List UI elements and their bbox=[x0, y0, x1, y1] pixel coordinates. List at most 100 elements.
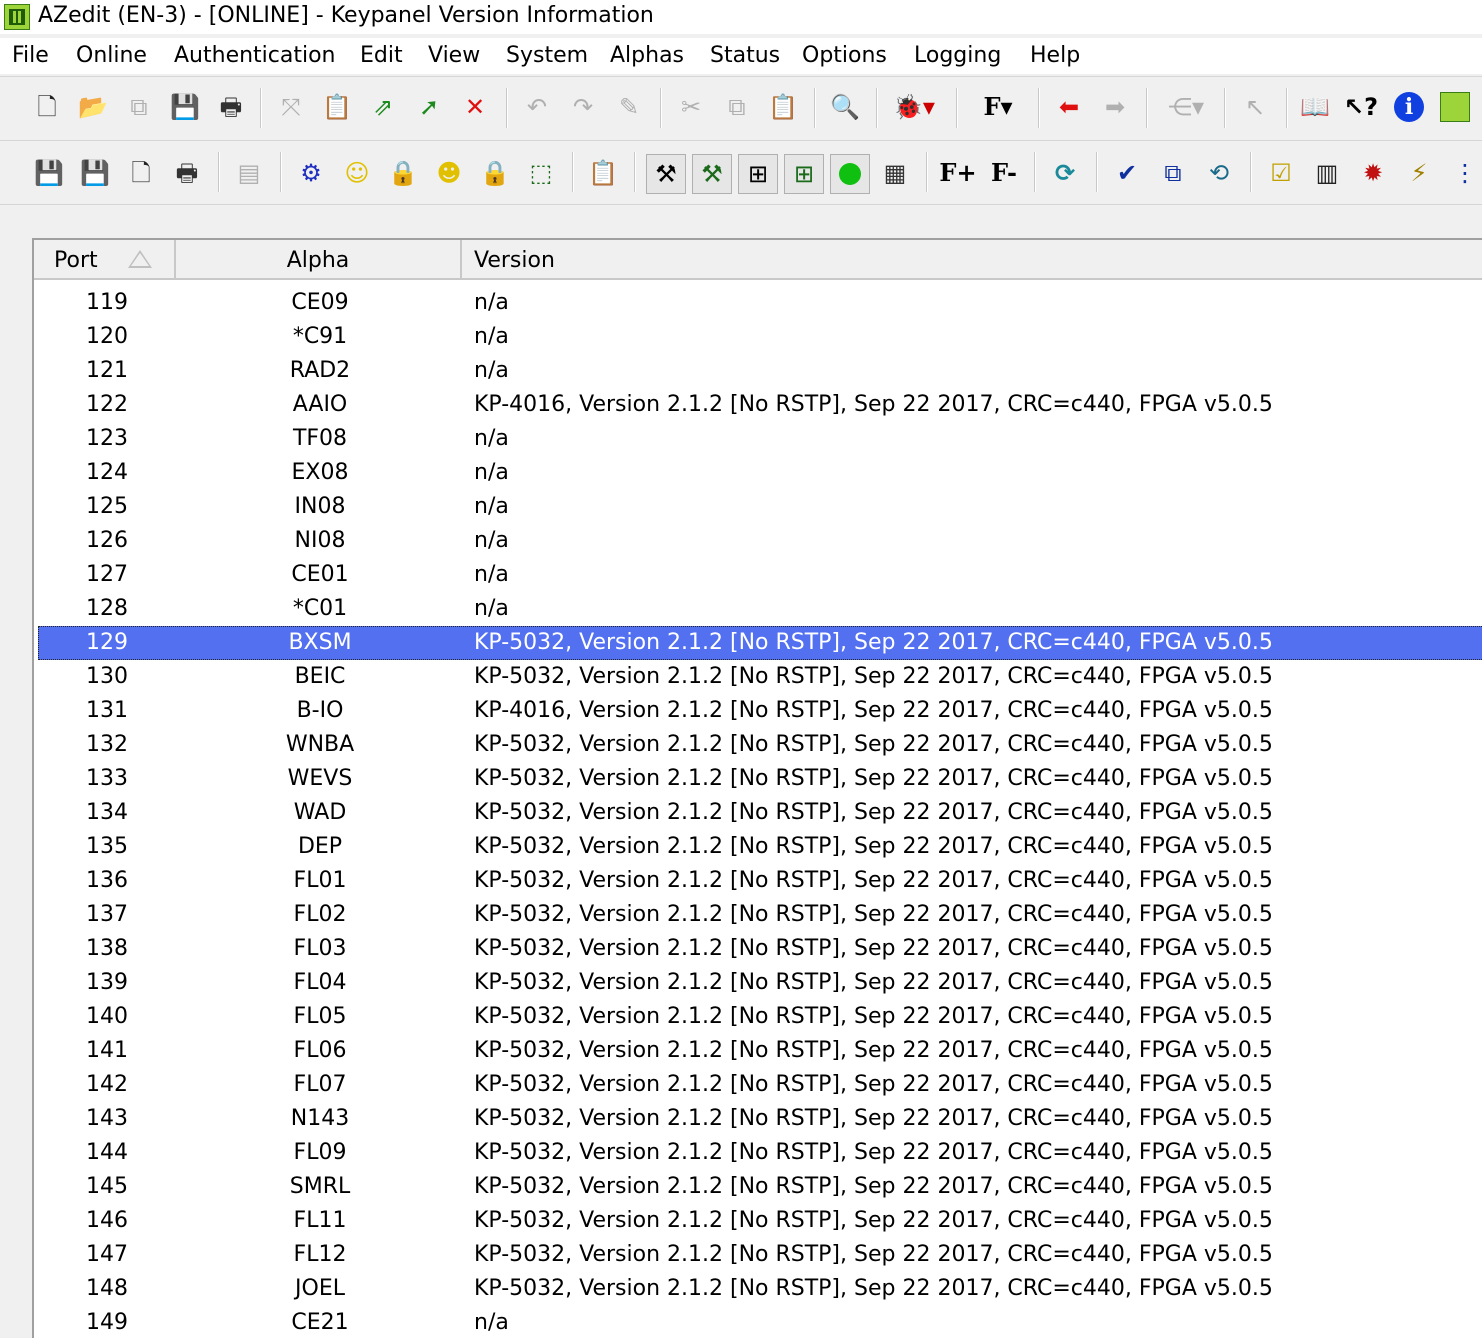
table-row[interactable]: 133 WEVS KP-5032, Version 2.1.2 [No RSTP],… bbox=[34, 762, 1482, 796]
connect-disabled-icon[interactable]: ⤧ bbox=[274, 90, 308, 124]
version-list[interactable]: Port Alpha Version 119 CE09 n/a 120 *C91 n/a 1… bbox=[32, 238, 1482, 1338]
chip-icon[interactable]: ✹ bbox=[1356, 156, 1390, 190]
table-row[interactable]: 129 BXSM KP-5032, Version 2.1.2 [No RSTP],… bbox=[38, 626, 1482, 660]
paste-disabled-icon[interactable]: 📋 bbox=[586, 156, 620, 190]
table-row[interactable]: 131 B-IO KP-4016, Version 2.1.2 [No RSTP],… bbox=[34, 694, 1482, 728]
save-icon[interactable]: 💾 bbox=[168, 90, 202, 124]
copy-disabled-icon[interactable]: ⧉ bbox=[122, 90, 156, 124]
tools-add-icon[interactable]: ⚒ bbox=[692, 154, 732, 194]
export-icon[interactable]: ⇗ bbox=[366, 90, 400, 124]
lock-disabled-icon[interactable]: 🔒 bbox=[386, 156, 420, 190]
column-header-version[interactable]: Version bbox=[462, 240, 1482, 278]
table-row[interactable]: 148 JOEL KP-5032, Version 2.1.2 [No RSTP],… bbox=[34, 1272, 1482, 1306]
menu-logging[interactable]: Logging bbox=[914, 38, 1001, 74]
table-row[interactable]: 142 FL07 KP-5032, Version 2.1.2 [No RSTP],… bbox=[34, 1068, 1482, 1102]
print-preview-icon[interactable]: 🗋 bbox=[124, 156, 158, 190]
paste-icon[interactable]: 📋 bbox=[766, 90, 800, 124]
column-header-port[interactable]: Port bbox=[34, 240, 176, 278]
font-plus-icon[interactable]: F+ bbox=[938, 156, 978, 190]
smiley-icon[interactable]: ☺ bbox=[340, 156, 374, 190]
tools-icon[interactable]: ⚒ bbox=[646, 154, 686, 194]
app-icon[interactable] bbox=[4, 4, 30, 30]
table-row[interactable]: 128 *C01 n/a bbox=[34, 592, 1482, 626]
open-folder-icon[interactable]: 📂 bbox=[76, 90, 110, 124]
menu-status[interactable]: Status bbox=[710, 38, 780, 74]
table-row[interactable]: 123 TF08 n/a bbox=[34, 422, 1482, 456]
table-row[interactable]: 134 WAD KP-5032, Version 2.1.2 [No RSTP], … bbox=[34, 796, 1482, 830]
refresh-icon[interactable]: ⟳ bbox=[1048, 156, 1082, 190]
device-icon[interactable]: ▥ bbox=[1310, 156, 1344, 190]
table-row[interactable]: 135 DEP KP-5032, Version 2.1.2 [No RSTP], … bbox=[34, 830, 1482, 864]
find-icon[interactable]: 🔍 bbox=[828, 90, 862, 124]
table-row[interactable]: 144 FL09 KP-5032, Version 2.1.2 [No RSTP],… bbox=[34, 1136, 1482, 1170]
cut-icon[interactable]: ✂ bbox=[674, 90, 708, 124]
table-row[interactable]: 126 NI08 n/a bbox=[34, 524, 1482, 558]
menu-alphas[interactable]: Alphas bbox=[610, 38, 684, 74]
red-x-icon[interactable]: ✕ bbox=[458, 90, 492, 124]
network-icon[interactable]: ⋮ bbox=[1448, 156, 1482, 190]
table-row[interactable]: 140 FL05 KP-5032, Version 2.1.2 [No RSTP],… bbox=[34, 1000, 1482, 1034]
print-all-icon[interactable]: 🖶 bbox=[170, 156, 204, 190]
language-icon[interactable]: ⧉ bbox=[1156, 156, 1190, 190]
menu-system[interactable]: System bbox=[506, 38, 588, 74]
network-dropdown-icon[interactable]: ⋲▾ bbox=[1158, 90, 1214, 124]
table-row[interactable]: 120 *C91 n/a bbox=[34, 320, 1482, 354]
undo-icon[interactable]: ↶ bbox=[520, 90, 554, 124]
globe-refresh-icon[interactable]: ⟲ bbox=[1202, 156, 1236, 190]
disabled-icon[interactable]: ▤ bbox=[232, 156, 266, 190]
font-dropdown-icon[interactable]: F ▾ bbox=[970, 90, 1026, 124]
tree-add-icon[interactable]: ⊞ bbox=[784, 154, 824, 194]
spellcheck-icon[interactable]: ✔ bbox=[1110, 156, 1144, 190]
clipboard-icon[interactable]: 📋 bbox=[320, 90, 354, 124]
new-document-icon[interactable]: 🗋 bbox=[30, 90, 64, 124]
forward-arrow-icon[interactable]: ➡ bbox=[1098, 90, 1132, 124]
menu-edit[interactable]: Edit bbox=[360, 38, 403, 74]
menu-file[interactable]: File bbox=[12, 38, 49, 74]
table-row[interactable]: 124 EX08 n/a bbox=[34, 456, 1482, 490]
save-red-icon[interactable]: 💾 bbox=[78, 156, 112, 190]
table-row[interactable]: 125 IN08 n/a bbox=[34, 490, 1482, 524]
save-green-icon[interactable]: 💾 bbox=[32, 156, 66, 190]
lightning-icon[interactable]: ⚡ bbox=[1402, 156, 1436, 190]
eraser-icon[interactable]: ✎ bbox=[612, 90, 646, 124]
table-row[interactable]: 141 FL06 KP-5032, Version 2.1.2 [No RSTP],… bbox=[34, 1034, 1482, 1068]
gear-icon[interactable]: ⚙ bbox=[294, 156, 328, 190]
tree-icon[interactable]: ⊞ bbox=[738, 154, 778, 194]
table-row[interactable]: 147 FL12 KP-5032, Version 2.1.2 [No RSTP],… bbox=[34, 1238, 1482, 1272]
menu-options[interactable]: Options bbox=[802, 38, 887, 74]
table-row[interactable]: 145 SMRL KP-5032, Version 2.1.2 [No RSTP],… bbox=[34, 1170, 1482, 1204]
table-row[interactable]: 119 CE09 n/a bbox=[34, 286, 1482, 320]
table-row[interactable]: 132 WNBA KP-5032, Version 2.1.2 [No RSTP],… bbox=[34, 728, 1482, 762]
lock-icon[interactable]: 🔒 bbox=[478, 156, 512, 190]
table-row[interactable]: 139 FL04 KP-5032, Version 2.1.2 [No RSTP],… bbox=[34, 966, 1482, 1000]
info-icon[interactable]: i bbox=[1392, 90, 1426, 124]
table-row[interactable]: 149 CE21 n/a bbox=[34, 1306, 1482, 1338]
table-row[interactable]: 137 FL02 KP-5032, Version 2.1.2 [No RSTP],… bbox=[34, 898, 1482, 932]
table-row[interactable]: 130 BEIC KP-5032, Version 2.1.2 [No RSTP],… bbox=[34, 660, 1482, 694]
checklist-icon[interactable]: ☑ bbox=[1264, 156, 1298, 190]
table-row[interactable]: 122 AAIO KP-4016, Version 2.1.2 [No RSTP],… bbox=[34, 388, 1482, 422]
bug-dropdown-icon[interactable]: 🐞▾ bbox=[886, 90, 942, 124]
back-arrow-icon[interactable]: ⬅ bbox=[1052, 90, 1086, 124]
table-row[interactable]: 143 N143 KP-5032, Version 2.1.2 [No RSTP],… bbox=[34, 1102, 1482, 1136]
panel-export-icon[interactable]: ⬚ bbox=[524, 156, 558, 190]
menu-online[interactable]: Online bbox=[76, 38, 147, 74]
help-pointer-icon[interactable]: ↖? bbox=[1344, 90, 1378, 124]
calculator-icon[interactable]: ▦ bbox=[878, 156, 912, 190]
table-row[interactable]: 127 CE01 n/a bbox=[34, 558, 1482, 592]
pointer-disabled-icon[interactable]: ↖ bbox=[1238, 90, 1272, 124]
smiley-group-icon[interactable]: ☻ bbox=[432, 156, 466, 190]
print-icon[interactable]: 🖶 bbox=[214, 90, 248, 124]
copy-icon[interactable]: ⧉ bbox=[720, 90, 754, 124]
green-dot-icon[interactable] bbox=[830, 154, 870, 194]
green-arrow-icon[interactable]: ➚ bbox=[412, 90, 446, 124]
table-row[interactable]: 121 RAD2 n/a bbox=[34, 354, 1482, 388]
redo-icon[interactable]: ↷ bbox=[566, 90, 600, 124]
menu-help[interactable]: Help bbox=[1030, 38, 1080, 74]
keypanel-icon[interactable] bbox=[1438, 90, 1472, 124]
menu-view[interactable]: View bbox=[428, 38, 480, 74]
table-row[interactable]: 138 FL03 KP-5032, Version 2.1.2 [No RSTP],… bbox=[34, 932, 1482, 966]
table-row[interactable]: 136 FL01 KP-5032, Version 2.1.2 [No RSTP],… bbox=[34, 864, 1482, 898]
menu-authentication[interactable]: Authentication bbox=[174, 38, 336, 74]
font-minus-icon[interactable]: F- bbox=[984, 156, 1024, 190]
